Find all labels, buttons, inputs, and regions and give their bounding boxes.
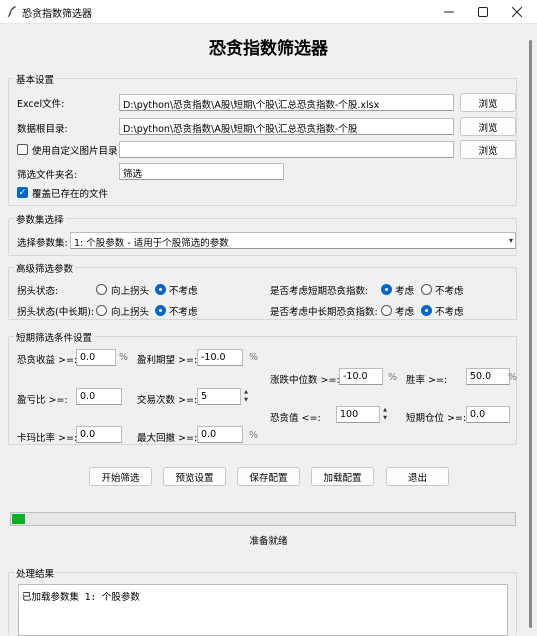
- param-set-title: 参数集选择: [14, 212, 66, 226]
- mid-fg-ignore-label: 不考虑: [435, 307, 464, 318]
- profit-exp-percent: %: [249, 352, 259, 363]
- data-dir-input[interactable]: D:\python\恐贪指数\A股\短期\个股\汇总恐贪指数-个股: [119, 118, 454, 135]
- short-term-title: 短期筛选条件设置: [14, 330, 95, 344]
- tail-ignore-radio[interactable]: [155, 284, 166, 295]
- chevron-down-icon[interactable]: ▾: [509, 236, 513, 245]
- excel-file-label: Excel文件:: [17, 99, 65, 110]
- short-fg-consider-label: 考虑: [395, 286, 415, 297]
- minimize-icon: [444, 11, 454, 13]
- short-pos-label: 短期仓位 >=:: [406, 413, 467, 424]
- short-fg-ignore-label: 不考虑: [435, 286, 464, 297]
- fg-return-percent: %: [119, 352, 129, 363]
- profit-exp-label: 盈利期望 >=:: [137, 355, 198, 366]
- filter-folder-input[interactable]: 筛选: [119, 163, 284, 180]
- overwrite-label: 覆盖已存在的文件: [32, 189, 109, 200]
- excel-file-input[interactable]: D:\python\恐贪指数\A股\短期\个股\汇总恐贪指数-个股.xlsx: [119, 94, 454, 111]
- short-fg-label: 是否考虑短期恐贪指数:: [270, 286, 369, 297]
- start-filter-button[interactable]: 开始筛选: [89, 467, 152, 486]
- mid-fg-label: 是否考虑中长期恐贪指数:: [270, 307, 378, 318]
- calmar-label: 卡玛比率 >=:: [17, 433, 78, 444]
- param-set-label: 选择参数集:: [17, 238, 68, 249]
- tail-status-label: 拐头状态:: [17, 286, 59, 297]
- tail-mid-ignore-radio[interactable]: [155, 305, 166, 316]
- trades-label: 交易次数 >=:: [137, 395, 198, 406]
- tail-mid-ignore-label: 不考虑: [169, 307, 198, 318]
- custom-image-dir-label: 使用自定义图片目录: [32, 146, 118, 157]
- mid-fg-consider-radio[interactable]: [381, 305, 392, 316]
- tail-mid-label: 拐头状态(中长期):: [17, 307, 95, 318]
- result-textbox[interactable]: 已加载参数集 1: 个股参数: [18, 584, 508, 636]
- page-title: 恐贪指数筛选器: [209, 39, 328, 59]
- fg-value-spinner[interactable]: ▲ ▼: [380, 406, 390, 423]
- tail-up-label: 向上拐头: [111, 286, 150, 297]
- median-input[interactable]: -10.0: [339, 368, 383, 385]
- custom-image-dir-checkbox[interactable]: [17, 144, 28, 155]
- maximize-button[interactable]: [466, 0, 500, 24]
- feather-icon: [7, 6, 16, 18]
- browse-image-dir-button[interactable]: 浏览: [460, 140, 516, 159]
- progress-fill: [12, 514, 25, 524]
- tail-ignore-label: 不考虑: [169, 286, 198, 297]
- max-dd-percent: %: [249, 430, 259, 441]
- spin-down-icon[interactable]: ▼: [241, 396, 251, 404]
- status-text: 准备就绪: [249, 536, 288, 547]
- tail-up-radio[interactable]: [96, 284, 107, 295]
- trades-spinner[interactable]: ▲ ▼: [241, 388, 251, 405]
- result-title: 处理结果: [14, 566, 57, 580]
- param-set-select[interactable]: 1: 个股参数 - 适用于个股筛选的参数 ▾: [70, 232, 516, 249]
- short-pos-input[interactable]: 0.0: [466, 406, 510, 423]
- spin-down-icon[interactable]: ▼: [380, 414, 390, 422]
- median-percent: %: [388, 372, 398, 383]
- close-button[interactable]: [500, 0, 534, 24]
- trades-input[interactable]: 5: [197, 388, 241, 405]
- progress-bar: [10, 512, 516, 526]
- calmar-input[interactable]: 0.0: [76, 426, 122, 443]
- fg-return-label: 恐贪收益 >=:: [17, 355, 78, 366]
- filter-folder-label: 筛选文件夹名:: [17, 170, 78, 181]
- close-icon: [512, 7, 522, 17]
- pl-ratio-input[interactable]: 0.0: [76, 388, 122, 405]
- median-label: 涨跌中位数 >=:: [270, 375, 340, 386]
- fg-value-input[interactable]: 100: [336, 406, 380, 423]
- exit-button[interactable]: 退出: [386, 467, 449, 486]
- winrate-input[interactable]: 50.0: [466, 368, 510, 385]
- tail-mid-up-label: 向上拐头: [111, 307, 150, 318]
- short-fg-ignore-radio[interactable]: [421, 284, 432, 295]
- fg-value-label: 恐贪值 <=:: [270, 413, 321, 424]
- browse-excel-button[interactable]: 浏览: [460, 93, 516, 112]
- max-dd-input[interactable]: 0.0: [197, 426, 243, 443]
- fg-return-input[interactable]: 0.0: [76, 349, 116, 366]
- custom-image-dir-input[interactable]: [119, 141, 454, 158]
- max-dd-label: 最大回撤 >=:: [137, 433, 198, 444]
- minimize-button[interactable]: [432, 0, 466, 24]
- load-config-button[interactable]: 加载配置: [311, 467, 374, 486]
- window-title: 恐贪指数筛选器: [22, 9, 92, 20]
- profit-exp-input[interactable]: -10.0: [197, 349, 243, 366]
- mid-fg-consider-label: 考虑: [395, 307, 415, 318]
- advanced-title: 高级筛选参数: [14, 261, 76, 275]
- param-set-value: 1: 个股参数 - 适用于个股筛选的参数: [74, 238, 229, 249]
- save-config-button[interactable]: 保存配置: [237, 467, 300, 486]
- title-bar: 恐贪指数筛选器: [0, 0, 537, 24]
- pl-ratio-label: 盈亏比 >=:: [17, 395, 68, 406]
- result-text: 已加载参数集 1: 个股参数: [22, 592, 140, 603]
- basic-settings-title: 基本设置: [14, 72, 57, 86]
- overwrite-checkbox[interactable]: ✓: [17, 187, 28, 198]
- data-dir-label: 数据根目录:: [17, 124, 68, 135]
- spin-up-icon[interactable]: ▲: [241, 388, 251, 396]
- preview-settings-button[interactable]: 预览设置: [163, 467, 226, 486]
- mid-fg-ignore-radio[interactable]: [421, 305, 432, 316]
- spin-up-icon[interactable]: ▲: [380, 406, 390, 414]
- browse-data-dir-button[interactable]: 浏览: [460, 117, 516, 136]
- winrate-label: 胜率 >=:: [406, 375, 448, 386]
- maximize-icon: [478, 7, 488, 17]
- winrate-percent: %: [508, 372, 518, 383]
- short-fg-consider-radio[interactable]: [381, 284, 392, 295]
- tail-mid-up-radio[interactable]: [96, 305, 107, 316]
